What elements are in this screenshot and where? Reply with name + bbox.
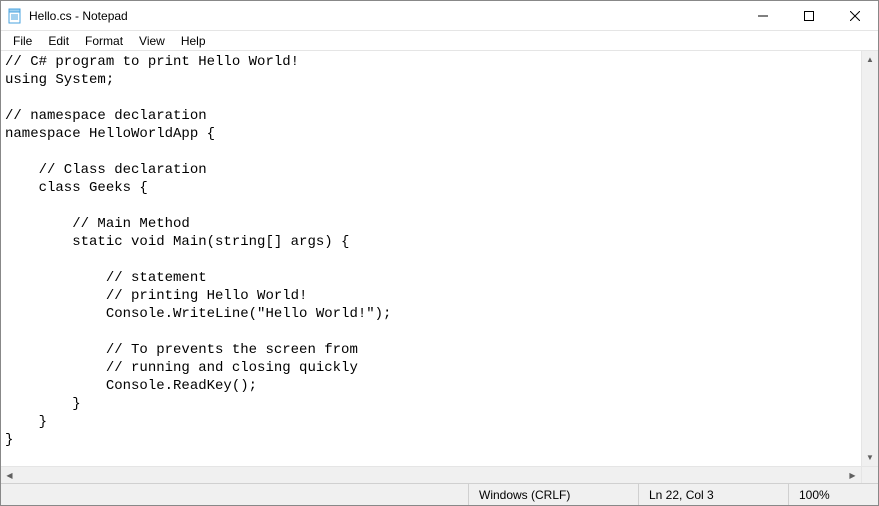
editor-area[interactable]: // C# program to print Hello World! usin…: [1, 51, 878, 483]
status-spacer: [1, 484, 468, 505]
horizontal-scrollbar[interactable]: ◀ ▶: [1, 466, 878, 483]
menu-format[interactable]: Format: [77, 32, 131, 50]
status-encoding: Windows (CRLF): [468, 484, 638, 505]
window-title: Hello.cs - Notepad: [29, 9, 128, 23]
vertical-scrollbar[interactable]: ▲ ▼: [861, 51, 878, 466]
notepad-icon: [7, 8, 23, 24]
scroll-up-icon[interactable]: ▲: [862, 51, 878, 68]
close-button[interactable]: [832, 1, 878, 31]
menu-bar: File Edit Format View Help: [1, 31, 878, 51]
menu-help[interactable]: Help: [173, 32, 214, 50]
vertical-scroll-track[interactable]: [862, 68, 878, 449]
menu-view[interactable]: View: [131, 32, 173, 50]
status-zoom: 100%: [788, 484, 878, 505]
status-position: Ln 22, Col 3: [638, 484, 788, 505]
menu-file[interactable]: File: [5, 32, 40, 50]
scroll-right-icon[interactable]: ▶: [844, 467, 861, 483]
minimize-button[interactable]: [740, 1, 786, 31]
scroll-left-icon[interactable]: ◀: [1, 467, 18, 483]
status-bar: Windows (CRLF) Ln 22, Col 3 100%: [1, 483, 878, 505]
maximize-button[interactable]: [786, 1, 832, 31]
horizontal-scroll-track[interactable]: [18, 467, 844, 483]
editor-content[interactable]: // C# program to print Hello World! usin…: [1, 51, 878, 451]
scroll-down-icon[interactable]: ▼: [862, 449, 878, 466]
scroll-corner: [861, 467, 878, 483]
menu-edit[interactable]: Edit: [40, 32, 77, 50]
title-bar: Hello.cs - Notepad: [1, 1, 878, 31]
